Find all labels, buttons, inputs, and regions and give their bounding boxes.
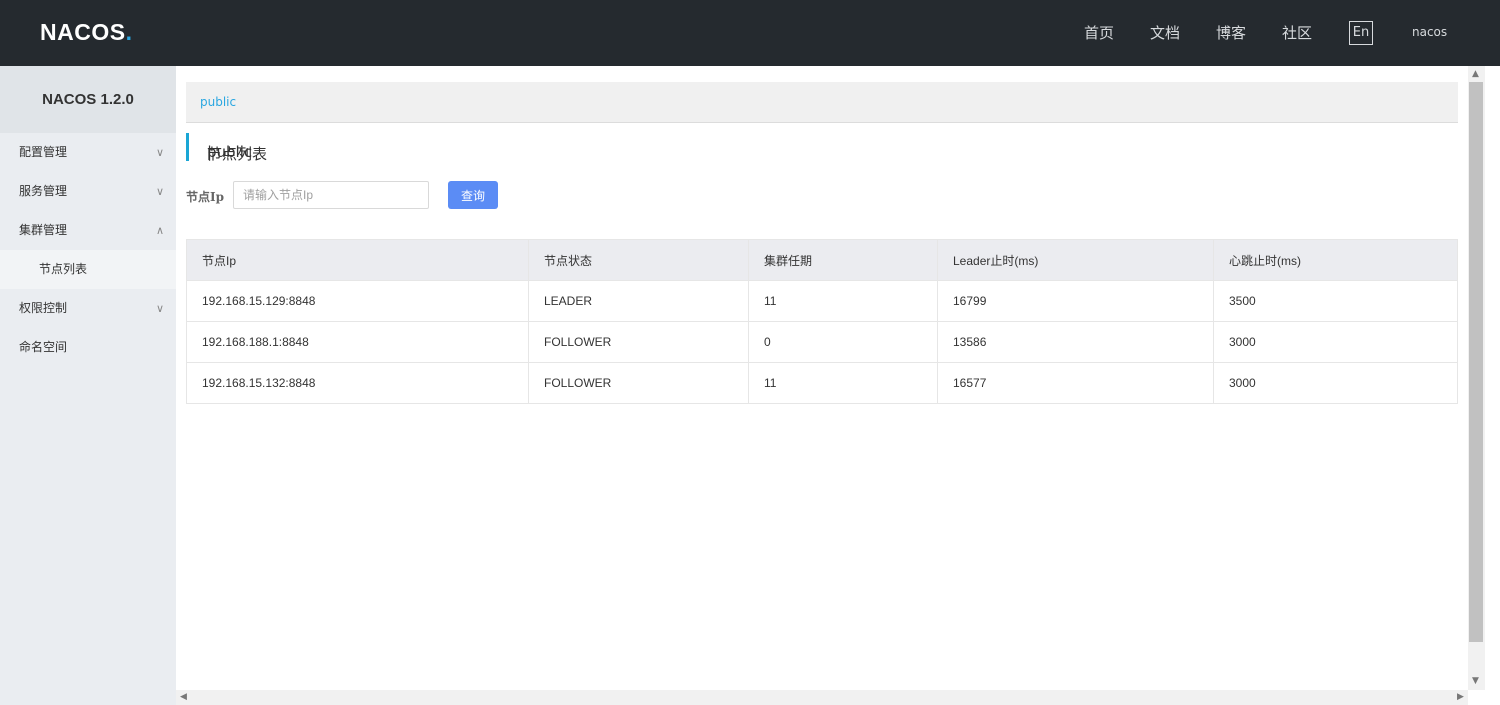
chevron-down-icon: ∨ [155, 146, 165, 159]
nav-community-link[interactable]: 社区 [1282, 22, 1312, 43]
table-row: 192.168.188.1:8848 FOLLOWER 0 13586 3000 [186, 321, 1458, 363]
node-ip-label: 节点Ip [186, 190, 225, 204]
page-title: 节点列表 | public [186, 133, 267, 163]
table-header-row: 节点Ip 节点状态 集群任期 Leader止时(ms) 心跳止时(ms) [186, 239, 1458, 281]
cell-heartbeat-due: 3000 [1213, 321, 1458, 363]
scroll-right-arrow-icon[interactable]: ▶ [1457, 692, 1464, 702]
scroll-down-arrow-icon[interactable]: ▼ [1472, 676, 1479, 686]
namespace-link-public[interactable]: public [200, 95, 236, 109]
language-toggle-button[interactable]: En [1349, 21, 1373, 45]
scroll-up-arrow-icon[interactable]: ▲ [1472, 69, 1479, 79]
main-content: public 节点列表 | public 节点Ip 查询 节点Ip 节点状态 集… [176, 66, 1468, 690]
vertical-scrollbar-thumb[interactable] [1469, 82, 1483, 642]
query-button[interactable]: 查询 [448, 181, 498, 209]
nav-docs-link[interactable]: 文档 [1150, 22, 1180, 43]
sidebar-item-service-management[interactable]: 服务管理 ∨ [0, 172, 176, 211]
column-header-node-state: 节点状态 [528, 239, 749, 281]
nav-blog-link[interactable]: 博客 [1216, 22, 1246, 43]
cell-cluster-term: 11 [748, 362, 938, 404]
node-table: 节点Ip 节点状态 集群任期 Leader止时(ms) 心跳止时(ms) 192… [186, 239, 1458, 404]
sidebar-version-title: NACOS 1.2.0 [0, 66, 176, 133]
cell-leader-due: 16799 [937, 280, 1214, 322]
user-menu[interactable]: nacos [1412, 25, 1447, 39]
node-ip-search-input[interactable] [233, 181, 429, 209]
cell-node-state: FOLLOWER [528, 321, 749, 363]
sidebar-item-access-control[interactable]: 权限控制 ∨ [0, 289, 176, 328]
sidebar: NACOS 1.2.0 配置管理 ∨ 服务管理 ∨ 集群管理 ∧ 节点列表 权限… [0, 66, 176, 705]
nav-home-link[interactable]: 首页 [1084, 22, 1114, 43]
cell-leader-due: 16577 [937, 362, 1214, 404]
sidebar-item-namespace[interactable]: 命名空间 [0, 328, 176, 367]
table-row: 192.168.15.129:8848 LEADER 11 16799 3500 [186, 280, 1458, 322]
scroll-left-arrow-icon[interactable]: ◀ [180, 692, 187, 702]
namespace-breadcrumb: public [186, 82, 1458, 123]
cell-cluster-term: 0 [748, 321, 938, 363]
column-header-leader-due: Leader止时(ms) [937, 239, 1214, 281]
cell-heartbeat-due: 3500 [1213, 280, 1458, 322]
chevron-down-icon: ∨ [155, 302, 165, 315]
sidebar-item-config-management[interactable]: 配置管理 ∨ [0, 133, 176, 172]
cell-node-ip: 192.168.15.129:8848 [186, 280, 529, 322]
nacos-logo[interactable]: NACOS. [40, 19, 132, 46]
top-navbar: NACOS. 首页 文档 博客 社区 En nacos [0, 0, 1500, 66]
window-edge [1485, 66, 1500, 705]
table-row: 192.168.15.132:8848 FOLLOWER 11 16577 30… [186, 362, 1458, 404]
cell-cluster-term: 11 [748, 280, 938, 322]
cell-node-state: FOLLOWER [528, 362, 749, 404]
cell-leader-due: 13586 [937, 321, 1214, 363]
cell-node-state: LEADER [528, 280, 749, 322]
chevron-down-icon: ∨ [155, 185, 165, 198]
sidebar-item-node-list[interactable]: 节点列表 [0, 250, 176, 289]
cell-node-ip: 192.168.15.132:8848 [186, 362, 529, 404]
column-header-node-ip: 节点Ip [186, 239, 529, 281]
chevron-up-icon: ∧ [155, 224, 165, 237]
cell-node-ip: 192.168.188.1:8848 [186, 321, 529, 363]
column-header-heartbeat-due: 心跳止时(ms) [1213, 239, 1458, 281]
column-header-cluster-term: 集群任期 [748, 239, 938, 281]
cell-heartbeat-due: 3000 [1213, 362, 1458, 404]
sidebar-item-cluster-management[interactable]: 集群管理 ∧ [0, 211, 176, 250]
horizontal-scrollbar-track[interactable] [176, 690, 1468, 705]
